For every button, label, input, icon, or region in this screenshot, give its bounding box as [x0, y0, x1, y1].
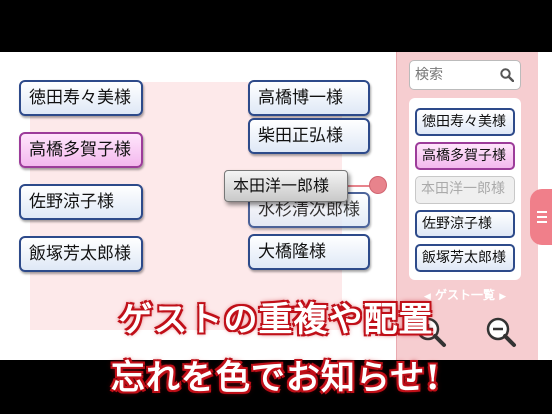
drag-connector [348, 185, 370, 187]
caption-line-1: ゲストの重複や配置 [118, 300, 434, 340]
guest-list-item-placed[interactable]: 本田洋一郎様 [415, 176, 515, 204]
caption-line-2: 忘れを色でお知らせ! [110, 358, 442, 398]
guest-list-item[interactable]: 徳田寿々美様 [415, 108, 515, 136]
guest-list-item[interactable]: 佐野涼子様 [415, 210, 515, 238]
seat-card[interactable]: 佐野涼子様 [19, 184, 143, 220]
seat-card[interactable]: 徳田寿々美様 [19, 80, 143, 116]
guest-list[interactable]: 徳田寿々美様 高橋多賀子様 本田洋一郎様 佐野涼子様 飯塚芳太郎様 [409, 98, 521, 280]
seat-card[interactable]: 柴田正弘様 [248, 118, 370, 154]
seat-card[interactable]: 大橋隆様 [248, 234, 370, 270]
drag-pin-handle[interactable] [369, 176, 387, 194]
menu-icon[interactable] [530, 189, 552, 245]
search-input[interactable]: 検索 [409, 60, 521, 90]
seat-card[interactable]: 飯塚芳太郎様 [19, 236, 143, 272]
dragging-seat-card[interactable]: 本田洋一郎様 [224, 170, 348, 202]
seat-card-duplicate[interactable]: 高橋多賀子様 [19, 132, 143, 168]
search-label: 検索 [415, 67, 443, 83]
guest-list-item[interactable]: 飯塚芳太郎様 [415, 244, 515, 272]
guest-list-item-duplicate[interactable]: 高橋多賀子様 [415, 142, 515, 170]
seat-card[interactable]: 高橋博一様 [248, 80, 370, 116]
search-icon [500, 68, 514, 82]
